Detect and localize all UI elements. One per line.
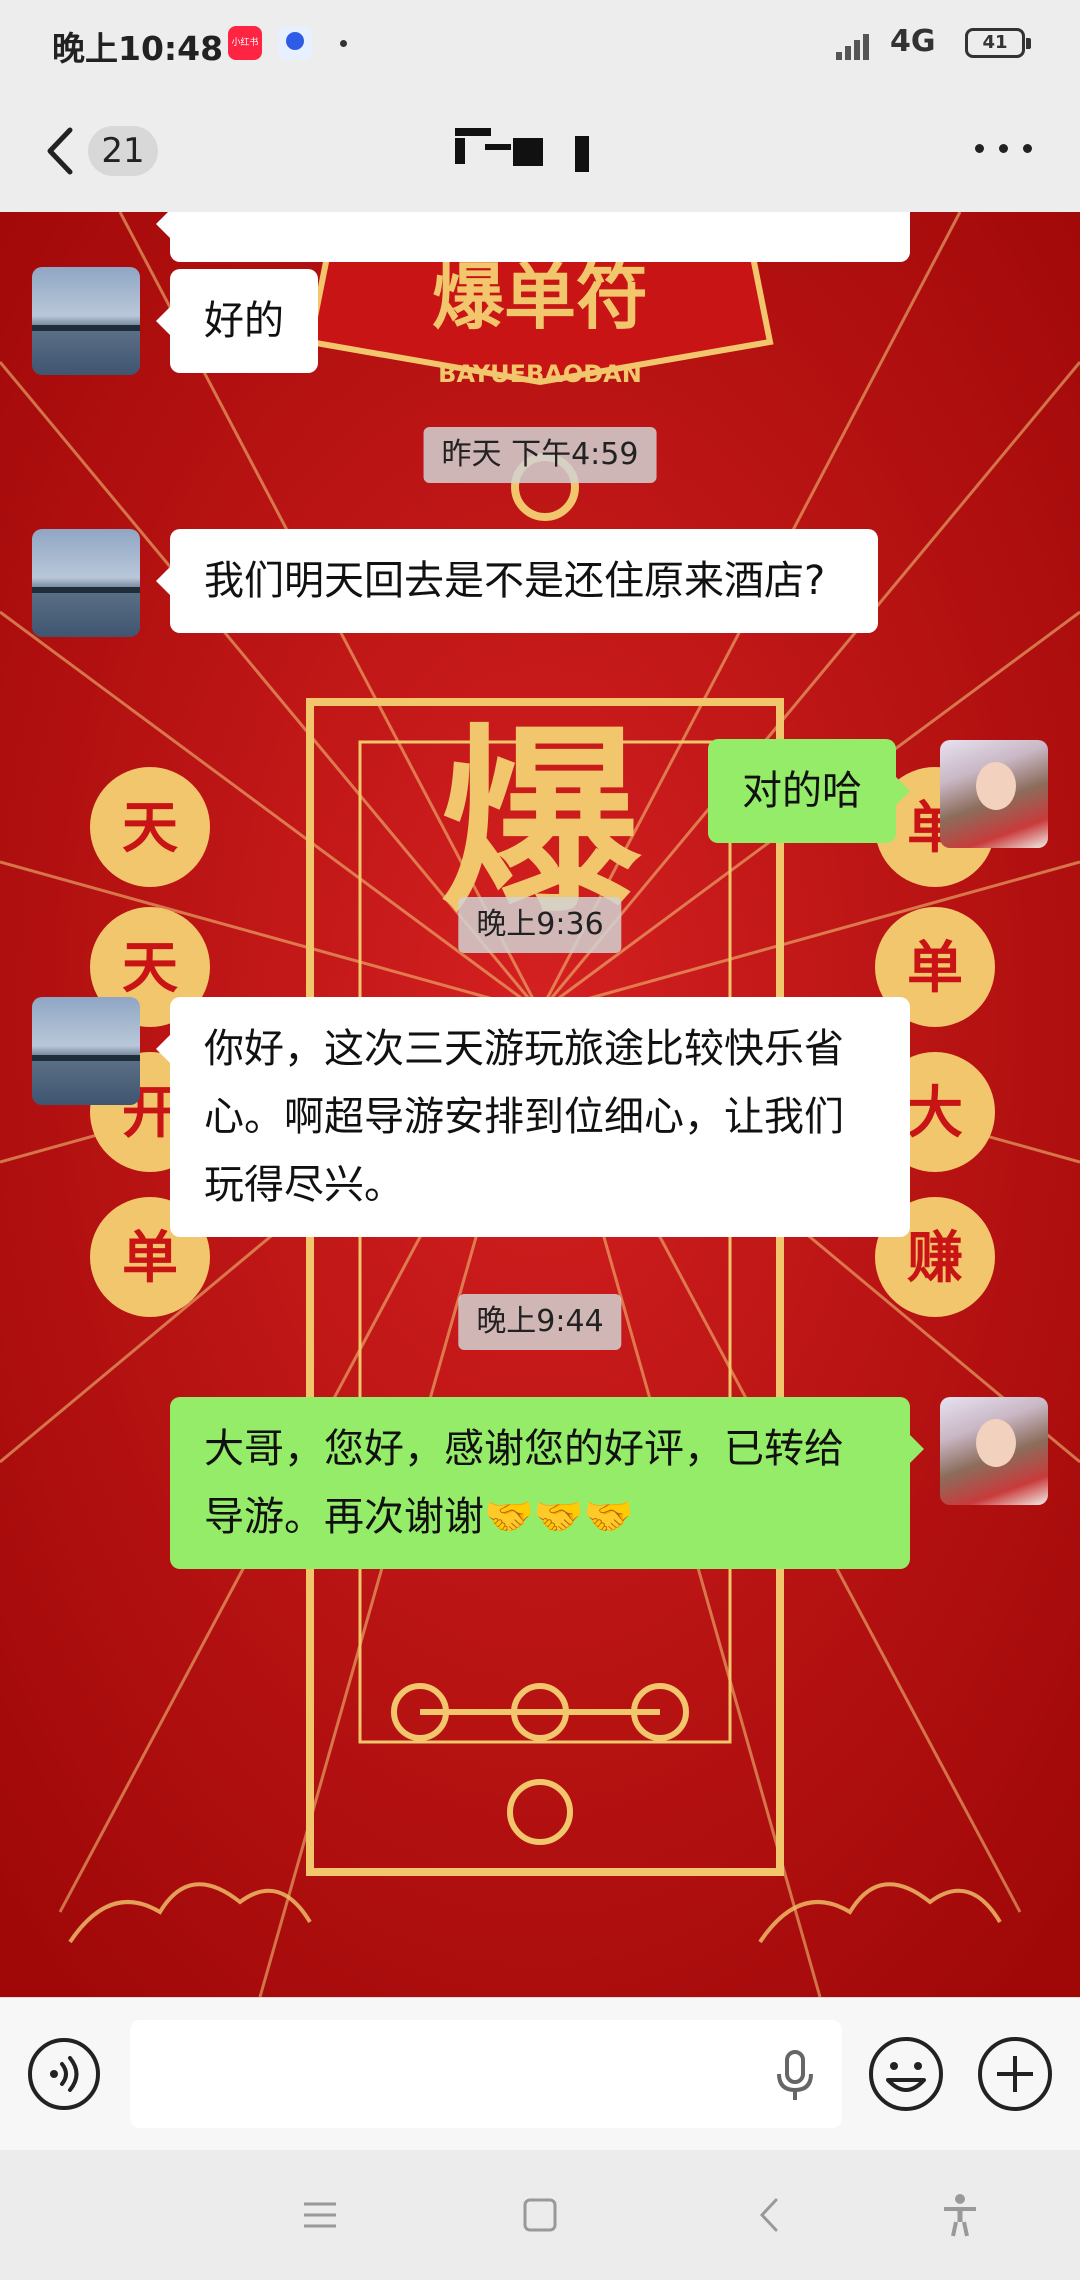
- voice-input-button[interactable]: [26, 2036, 102, 2112]
- system-navigation-bar: [0, 2150, 1080, 2280]
- network-type: 4G: [890, 24, 936, 59]
- message-timestamp: 晚上9:36: [458, 897, 622, 953]
- microphone-icon[interactable]: [770, 2048, 820, 2104]
- wallpaper-banner-subtitle: BAYUEBAODAN: [438, 360, 642, 388]
- user-avatar[interactable]: [940, 740, 1048, 848]
- menu-icon[interactable]: [290, 2190, 350, 2240]
- message-bubble[interactable]: 你好，这次三天游玩旅途比较快乐省心。啊超导游安排到位细心，让我们玩得尽兴。: [156, 997, 910, 1237]
- message-bubble-sent[interactable]: 大哥，您好，感谢您的好评，已转给导游。再次谢谢🤝🤝🤝: [170, 1397, 924, 1569]
- chevron-left-icon: [47, 127, 73, 175]
- more-options-button[interactable]: [975, 138, 1035, 158]
- emoji-button[interactable]: [866, 2034, 946, 2114]
- chat-title-redacted: [455, 128, 655, 180]
- message-bubble-sent[interactable]: 对的哈: [708, 739, 910, 843]
- back-nav-icon[interactable]: [740, 2190, 800, 2240]
- wallpaper-left-char: 单: [122, 1225, 178, 1291]
- battery-icon: 41: [965, 28, 1031, 58]
- contact-avatar[interactable]: [32, 997, 140, 1105]
- input-bar: [0, 1997, 1080, 2151]
- message-timestamp: 晚上9:44: [458, 1294, 622, 1350]
- message-bubble-partial[interactable]: [156, 212, 910, 262]
- notification-dot-icon: [340, 40, 347, 47]
- message-bubble[interactable]: 好的: [156, 269, 318, 373]
- unread-count-badge: 21: [88, 126, 158, 176]
- user-avatar[interactable]: [940, 1397, 1048, 1505]
- wallpaper-left-char: 天: [122, 795, 178, 861]
- status-time: 晚上10:48: [52, 29, 224, 68]
- chat-area[interactable]: 爆单符 BAYUEBAODAN 爆 天 天 开 单 单 单 大 赚 好的 昨天 …: [0, 212, 1080, 1997]
- contact-avatar[interactable]: [32, 529, 140, 637]
- back-button[interactable]: 21: [40, 120, 180, 182]
- wallpaper-right-char: 赚: [907, 1225, 963, 1291]
- contact-avatar[interactable]: [32, 267, 140, 375]
- message-input[interactable]: [130, 2020, 842, 2128]
- wallpaper-right-char: 大: [907, 1080, 963, 1146]
- signal-icon: [836, 30, 878, 60]
- chat-header: 21: [0, 90, 1080, 212]
- message-timestamp: 昨天 下午4:59: [423, 427, 657, 483]
- status-bar: 晚上10:48 小红书 4G 41: [0, 0, 1080, 90]
- wallpaper-left-char: 天: [122, 935, 178, 1001]
- xiaohongshu-app-icon: 小红书: [228, 26, 262, 60]
- accessibility-icon[interactable]: [930, 2190, 990, 2240]
- wallpaper-banner-text: 爆单符: [432, 254, 648, 339]
- home-icon[interactable]: [510, 2190, 570, 2240]
- baidu-app-icon: [278, 26, 312, 60]
- plus-button[interactable]: [975, 2034, 1055, 2114]
- wallpaper-right-char: 单: [907, 935, 963, 1001]
- message-bubble[interactable]: 我们明天回去是不是还住原来酒店?: [156, 529, 878, 633]
